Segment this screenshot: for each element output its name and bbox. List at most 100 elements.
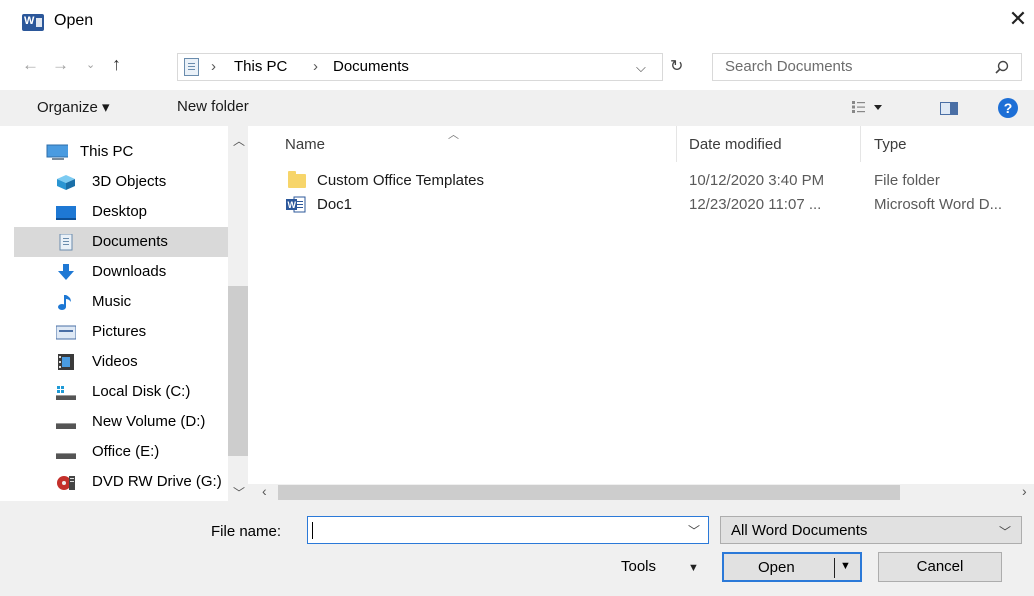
cancel-button[interactable]: Cancel <box>878 552 1002 582</box>
title-bar <box>0 0 1034 44</box>
chevron-down-icon[interactable]: ﹀ <box>688 522 700 539</box>
pictures-icon <box>56 325 76 340</box>
row-name: Doc1 <box>317 196 353 213</box>
arrow-left-icon[interactable]: ← <box>22 55 39 75</box>
cancel-button-label: Cancel <box>916 558 964 575</box>
local-disk-icon <box>56 386 76 400</box>
scroll-down-icon[interactable]: ﹀ <box>233 484 245 501</box>
music-icon <box>58 295 71 310</box>
open-button[interactable]: Open ▼ <box>722 552 862 582</box>
row-type: File folder <box>874 172 940 189</box>
desktop-icon <box>56 206 76 220</box>
open-button-label: Open <box>758 559 795 576</box>
sidebar-item-office-e[interactable]: Office (E:) <box>14 437 228 467</box>
sidebar-item-dvd-drive[interactable]: DVD RW Drive (G:) <box>14 467 228 497</box>
scroll-up-icon[interactable]: ︿ <box>233 132 245 149</box>
close-icon[interactable]: ✕ <box>1006 6 1030 32</box>
svg-text:W: W <box>288 200 297 210</box>
sidebar-item-label: Pictures <box>92 323 147 340</box>
column-header-type[interactable]: Type <box>874 136 907 153</box>
help-icon[interactable]: ? <box>998 98 1018 118</box>
sidebar-item-label: Downloads <box>92 263 167 280</box>
column-header-name[interactable]: Name <box>285 136 325 153</box>
chevron-down-icon[interactable]: ⌄ <box>86 58 95 71</box>
address-history-dropdown[interactable]: ⌵ <box>636 60 646 76</box>
breadcrumb-separator: › <box>313 58 318 75</box>
sidebar-item-label: New Volume (D:) <box>92 413 206 430</box>
sidebar-item-new-volume-d[interactable]: New Volume (D:) <box>14 407 228 437</box>
row-date: 10/12/2020 3:40 PM <box>689 172 825 189</box>
command-bar: Organize ▾ New folder ? <box>0 90 1034 126</box>
breadcrumb-documents[interactable]: Documents <box>333 58 409 75</box>
row-type: Microsoft Word D... <box>874 196 1003 213</box>
breadcrumb-this-pc[interactable]: This PC <box>234 58 287 75</box>
sidebar-item-label: Local Disk (C:) <box>92 383 191 400</box>
window-title: Open <box>54 12 94 29</box>
dvd-drive-icon <box>57 476 75 490</box>
sidebar-item-downloads[interactable]: Downloads <box>14 257 228 287</box>
downloads-icon <box>58 264 74 280</box>
sidebar-item-label: Desktop <box>92 203 148 220</box>
sidebar-item-label: Music <box>92 293 132 310</box>
word-app-icon: W <box>22 14 44 31</box>
sidebar-item-label: Documents <box>92 233 168 250</box>
scroll-left-icon[interactable]: ‹ <box>262 483 267 499</box>
dropdown-arrow-icon[interactable]: ▼ <box>688 562 699 574</box>
view-options-icon[interactable] <box>852 100 886 114</box>
scroll-right-icon[interactable]: › <box>1022 483 1027 499</box>
sidebar-item-this-pc[interactable]: This PC <box>14 137 228 167</box>
search-placeholder: Search Documents <box>725 58 853 75</box>
row-date: 12/23/2020 11:07 ... <box>689 196 822 213</box>
sidebar-item-label: Office (E:) <box>92 443 160 460</box>
dropdown-arrow-icon[interactable]: ▼ <box>840 560 851 572</box>
file-type-select[interactable]: All Word Documents ﹀ <box>720 516 1022 544</box>
column-header-date-modified[interactable]: Date modified <box>689 136 782 153</box>
column-divider[interactable] <box>676 126 677 162</box>
documents-icon <box>184 58 199 76</box>
file-name-label: File name: <box>211 523 282 540</box>
sidebar-item-label: DVD RW Drive (G:) <box>92 473 222 490</box>
tools-button[interactable]: Tools <box>621 558 656 575</box>
file-list: ︿ Name Date modified Type Custom Office … <box>248 126 1034 501</box>
arrow-right-icon[interactable]: → <box>52 55 69 75</box>
sort-ascending-icon: ︿ <box>448 129 459 141</box>
word-document-icon: W <box>286 196 306 213</box>
row-name: Custom Office Templates <box>317 172 485 189</box>
table-row[interactable]: Custom Office Templates 10/12/2020 3:40 … <box>278 171 1034 194</box>
sidebar-item-label: 3D Objects <box>92 173 167 190</box>
arrow-up-icon[interactable]: ↑ <box>112 54 121 75</box>
file-name-input[interactable]: ﹀ <box>307 516 709 544</box>
sidebar-item-pictures[interactable]: Pictures <box>14 317 228 347</box>
file-type-value: All Word Documents <box>731 522 868 539</box>
breadcrumb-separator: › <box>211 58 216 75</box>
new-folder-button[interactable]: New folder <box>177 98 249 115</box>
search-icon <box>995 60 1009 74</box>
refresh-icon[interactable]: ↻ <box>670 56 683 76</box>
table-row[interactable]: W Doc1 12/23/2020 11:07 ... Microsoft Wo… <box>278 196 1034 218</box>
search-input[interactable]: Search Documents <box>712 53 1022 81</box>
preview-pane-icon[interactable] <box>940 102 958 115</box>
address-bar[interactable]: › This PC › Documents ⌵ <box>177 53 663 81</box>
sidebar-item-label: This PC <box>80 143 134 160</box>
videos-icon <box>58 354 74 370</box>
sidebar-item-music[interactable]: Music <box>14 287 228 317</box>
horizontal-scrollbar-thumb[interactable] <box>278 485 900 500</box>
sidebar-item-desktop[interactable]: Desktop <box>14 197 228 227</box>
sidebar-item-3d-objects[interactable]: 3D Objects <box>14 167 228 197</box>
sidebar-item-local-disk-c[interactable]: Local Disk (C:) <box>14 377 228 407</box>
3d-objects-icon <box>57 175 75 190</box>
organize-button[interactable]: Organize ▾ <box>37 98 110 116</box>
computer-icon <box>46 144 68 160</box>
sidebar-item-label: Videos <box>92 353 138 370</box>
sidebar-scrollbar-thumb[interactable] <box>228 286 248 456</box>
sidebar-item-videos[interactable]: Videos <box>14 347 228 377</box>
navigation-pane: This PC 3D Objects Desktop Documents Dow… <box>14 126 248 501</box>
split-divider <box>834 558 835 578</box>
drive-icon <box>56 453 76 459</box>
folder-icon <box>288 171 306 188</box>
column-divider[interactable] <box>860 126 861 162</box>
documents-icon <box>59 234 73 251</box>
chevron-down-icon: ﹀ <box>998 525 1011 539</box>
drive-icon <box>56 423 76 429</box>
sidebar-item-documents[interactable]: Documents <box>14 227 228 257</box>
